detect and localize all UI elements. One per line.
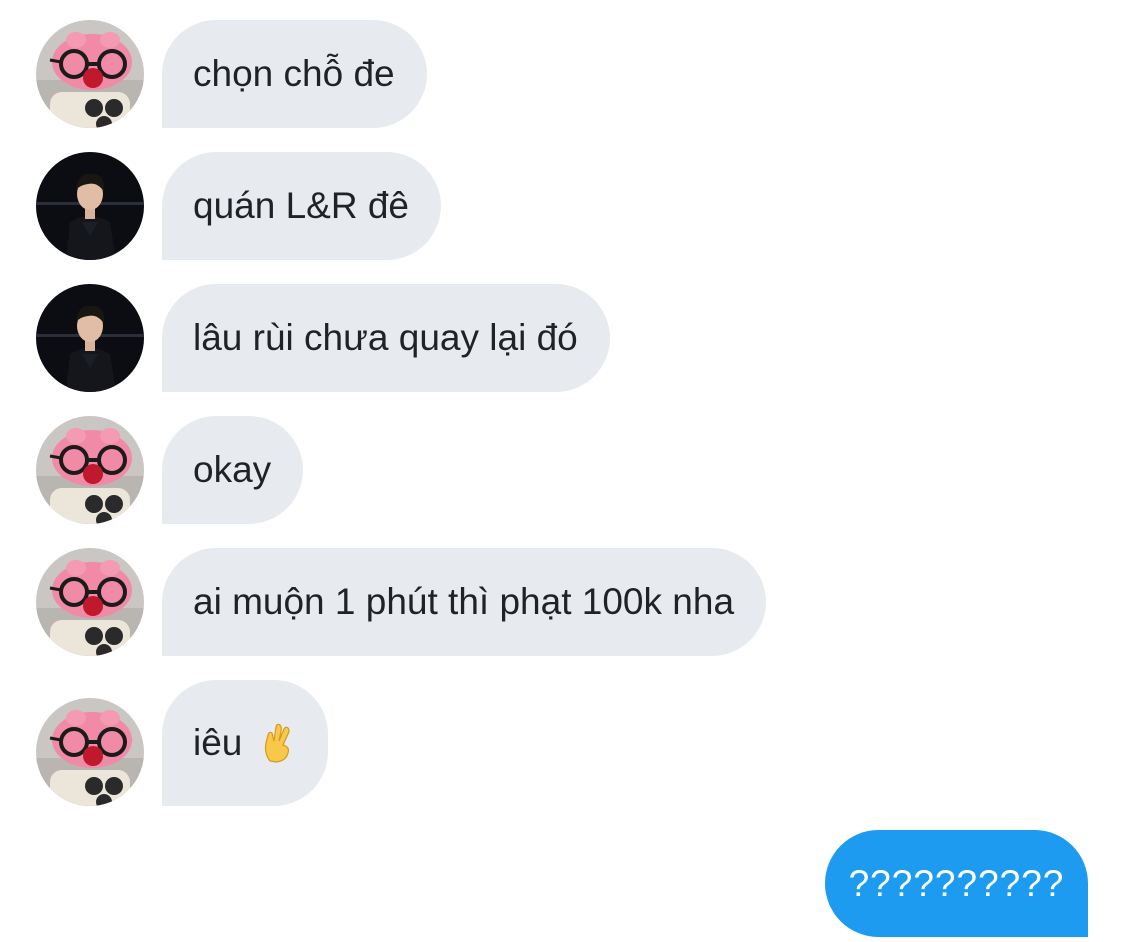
pig-avatar-icon: [36, 416, 144, 524]
pig-avatar-icon: [36, 548, 144, 656]
sender-avatar[interactable]: [36, 698, 144, 806]
message-bubble-incoming[interactable]: lâu rùi chưa quay lại đó: [162, 284, 610, 392]
message-bubble-incoming[interactable]: chọn chỗ đe: [162, 20, 427, 128]
message-text: iêu: [193, 722, 243, 763]
pig-avatar-icon: [36, 698, 144, 806]
sender-avatar[interactable]: [36, 20, 144, 128]
message-text: quán L&R đê: [193, 185, 410, 226]
message-text: okay: [193, 449, 272, 490]
pig-avatar-icon: [36, 20, 144, 128]
man-avatar-icon: [36, 152, 144, 260]
message-bubble-outgoing[interactable]: ??????????: [825, 830, 1088, 937]
message-bubble-incoming[interactable]: quán L&R đê: [162, 152, 442, 260]
message-text: ai muộn 1 phút thì phạt 100k nha: [193, 581, 735, 622]
sender-avatar[interactable]: [36, 548, 144, 656]
message-text: ??????????: [848, 862, 1065, 904]
man-avatar-icon: [36, 284, 144, 392]
message-bubble-incoming[interactable]: iêu: [162, 680, 329, 806]
crossed-fingers-icon: [260, 723, 296, 763]
sender-avatar[interactable]: [36, 284, 144, 392]
message-text: chọn chỗ đe: [193, 53, 395, 94]
message-text: lâu rùi chưa quay lại đó: [193, 317, 578, 358]
sender-avatar[interactable]: [36, 152, 144, 260]
message-bubble-incoming[interactable]: okay: [162, 416, 304, 524]
message-bubble-incoming[interactable]: ai muộn 1 phút thì phạt 100k nha: [162, 548, 767, 656]
sender-avatar[interactable]: [36, 416, 144, 524]
